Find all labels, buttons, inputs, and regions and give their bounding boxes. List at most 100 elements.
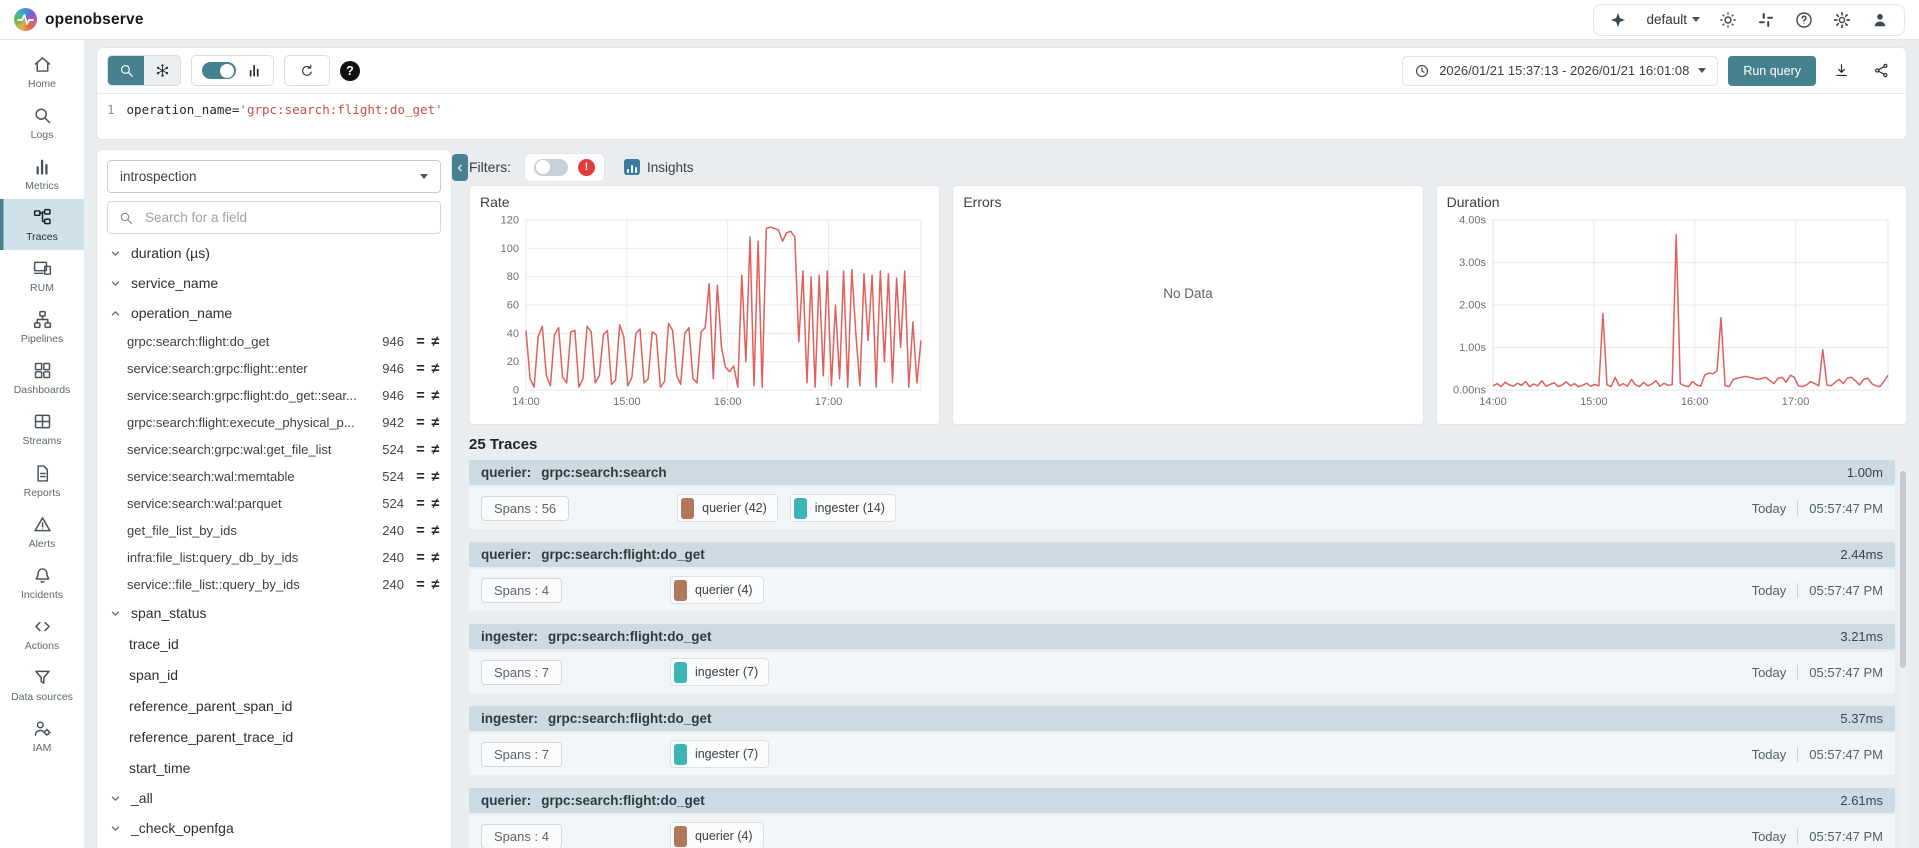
field-plain-row[interactable]: start_time: [97, 752, 451, 783]
duration-chart-card: Duration 0.00ns 1.00s 2.00s 3.00s 4.00s 14:00…: [1435, 185, 1907, 425]
query-editor[interactable]: 1 operation_name='grpc:search:flight:do_…: [97, 93, 1906, 139]
field-group-row[interactable]: service_name: [97, 268, 451, 298]
sidebar-item-home[interactable]: Home: [0, 46, 84, 97]
svg-text:40: 40: [507, 328, 519, 340]
include-filter-button[interactable]: =: [413, 442, 428, 458]
field-group-row[interactable]: duration (µs): [97, 238, 451, 268]
share-icon[interactable]: [1866, 56, 1896, 86]
sparkle-icon[interactable]: [1608, 10, 1628, 30]
date-range-picker[interactable]: 2026/01/21 15:37:13 - 2026/01/21 16:01:0…: [1402, 55, 1719, 86]
settings-gear-icon[interactable]: [1832, 10, 1852, 30]
field-value-row[interactable]: service:search:grpc:wal:get_file_list 52…: [97, 436, 451, 463]
sidebar-item-metrics[interactable]: Metrics: [0, 148, 84, 199]
filters-toggle[interactable]: [534, 158, 568, 176]
field-value-row[interactable]: service:search:wal:memtable 524 = ≠: [97, 463, 451, 490]
field-value-row[interactable]: get_file_list_by_ids 240 = ≠: [97, 517, 451, 544]
exclude-filter-button[interactable]: ≠: [428, 496, 443, 512]
exclude-filter-button[interactable]: ≠: [428, 469, 443, 485]
field-value-row[interactable]: grpc:search:flight:execute_physical_p...…: [97, 409, 451, 436]
field-plain-row[interactable]: reference_parent_trace_id: [97, 721, 451, 752]
include-filter-button[interactable]: =: [413, 469, 428, 485]
sidebar-nav: Home Logs Metrics Traces RUM Pipelines D…: [0, 40, 84, 848]
query-actions: 2026/01/21 15:37:13 - 2026/01/21 16:01:0…: [1402, 55, 1896, 86]
service-chip: ingester (7): [669, 740, 770, 768]
sidebar-item-dashboards[interactable]: Dashboards: [0, 352, 84, 403]
download-icon[interactable]: [1826, 56, 1856, 86]
field-group-row[interactable]: _check_openfga: [97, 813, 451, 843]
spans-count-chip: Spans : 7: [481, 659, 562, 685]
sidebar-item-traces[interactable]: Traces: [0, 199, 84, 251]
sidebar-item-actions[interactable]: Actions: [0, 608, 84, 659]
service-chip-label: querier (4): [694, 829, 753, 843]
exclude-filter-button[interactable]: ≠: [428, 577, 443, 593]
include-filter-button[interactable]: =: [413, 388, 428, 404]
slack-icon[interactable]: [1756, 10, 1776, 30]
include-filter-button[interactable]: =: [413, 577, 428, 593]
field-group-row[interactable]: span_status: [97, 598, 451, 628]
svg-text:2.00s: 2.00s: [1459, 300, 1486, 312]
field-plain-row[interactable]: reference_parent_span_id: [97, 690, 451, 721]
include-filter-button[interactable]: =: [413, 415, 428, 431]
sidebar-item-incidents[interactable]: Incidents: [0, 557, 84, 608]
trace-service: ingester:: [481, 711, 539, 726]
field-search-input[interactable]: [143, 209, 430, 226]
sidebar-item-rum[interactable]: RUM: [0, 250, 84, 301]
sidebar-item-logs[interactable]: Logs: [0, 97, 84, 148]
exclude-filter-button[interactable]: ≠: [428, 415, 443, 431]
org-selector[interactable]: default: [1646, 12, 1700, 27]
field-value-row[interactable]: service:search:grpc:flight::enter 946 = …: [97, 355, 451, 382]
panel-splitter[interactable]: [452, 149, 469, 848]
refresh-button[interactable]: [284, 55, 330, 86]
trace-list-scrollbar[interactable]: [1899, 469, 1907, 848]
include-filter-button[interactable]: =: [413, 361, 428, 377]
trace-row[interactable]: querier: grpc:search:search 1.00m Spans :…: [469, 460, 1895, 529]
field-group-row[interactable]: _all: [97, 783, 451, 813]
dashboards-icon: [32, 360, 53, 381]
collapse-fields-button[interactable]: [452, 154, 468, 181]
scrollbar-thumb[interactable]: [1900, 471, 1906, 669]
sidebar-item-pipelines[interactable]: Pipelines: [0, 301, 84, 352]
field-value-row[interactable]: grpc:search:flight:do_get 946 = ≠: [97, 328, 451, 355]
trace-row[interactable]: querier: grpc:search:flight:do_get 2.61ms…: [469, 788, 1895, 848]
field-value-row[interactable]: service:search:wal:parquet 524 = ≠: [97, 490, 451, 517]
field-plain-row[interactable]: span_id: [97, 659, 451, 690]
sidebar-item-streams[interactable]: Streams: [0, 403, 84, 454]
stream-selector-value: introspection: [120, 169, 197, 184]
field-group-row[interactable]: operation_name: [97, 298, 451, 328]
include-filter-button[interactable]: =: [413, 496, 428, 512]
field-plain-row[interactable]: trace_id: [97, 628, 451, 659]
exclude-filter-button[interactable]: ≠: [428, 334, 443, 350]
field-value-row[interactable]: infra:file_list:query_db_by_ids 240 = ≠: [97, 544, 451, 571]
theme-sun-icon[interactable]: [1718, 10, 1738, 30]
include-filter-button[interactable]: =: [413, 523, 428, 539]
sidebar-item-iam[interactable]: IAM: [0, 710, 84, 761]
run-query-button[interactable]: Run query: [1728, 55, 1816, 86]
field-value-row[interactable]: service:search:grpc:flight:do_get::sear.…: [97, 382, 451, 409]
query-help-button[interactable]: ?: [340, 60, 360, 81]
query-editor-toggle[interactable]: [202, 62, 236, 79]
include-filter-button[interactable]: =: [413, 550, 428, 566]
insights-link[interactable]: Insights: [624, 159, 694, 175]
exclude-filter-button[interactable]: ≠: [428, 388, 443, 404]
field-value-row[interactable]: service::file_list::query_by_ids 240 = ≠: [97, 571, 451, 598]
sidebar-item-reports[interactable]: Reports: [0, 455, 84, 506]
trace-row[interactable]: querier: grpc:search:flight:do_get 2.44ms…: [469, 542, 1895, 611]
trace-row[interactable]: ingester: grpc:search:flight:do_get 3.21m…: [469, 624, 1895, 693]
exclude-filter-button[interactable]: ≠: [428, 442, 443, 458]
exclude-filter-button[interactable]: ≠: [428, 550, 443, 566]
sidebar-item-data-sources[interactable]: Data sources: [0, 659, 84, 710]
profile-icon[interactable]: [1870, 10, 1890, 30]
trace-row[interactable]: ingester: grpc:search:flight:do_get 5.37m…: [469, 706, 1895, 775]
stream-selector[interactable]: introspection: [107, 160, 441, 193]
exclude-filter-button[interactable]: ≠: [428, 361, 443, 377]
sidebar-item-alerts[interactable]: Alerts: [0, 506, 84, 557]
histogram-icon[interactable]: [246, 62, 263, 79]
filters-error-badge: !: [578, 158, 595, 176]
exclude-filter-button[interactable]: ≠: [428, 523, 443, 539]
include-filter-button[interactable]: =: [413, 334, 428, 350]
field-group-row[interactable]: _user_id: [97, 843, 451, 848]
trace-operation: grpc:search:search: [541, 465, 667, 480]
graph-mode-button[interactable]: [144, 56, 180, 85]
search-mode-button[interactable]: [108, 56, 144, 85]
help-icon[interactable]: [1794, 10, 1814, 30]
